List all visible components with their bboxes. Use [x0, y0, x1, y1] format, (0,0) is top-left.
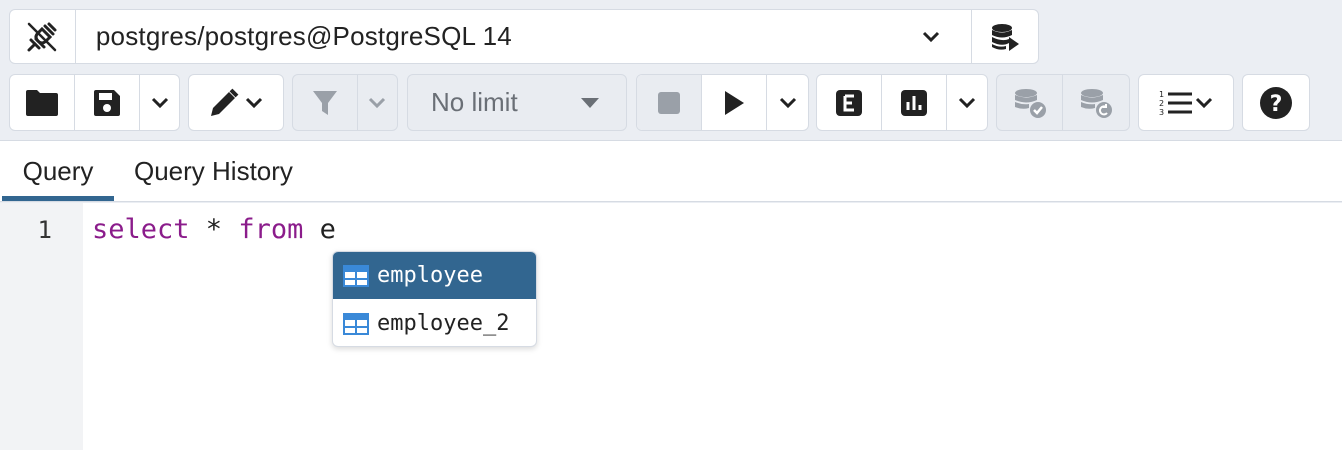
help-button[interactable]: ? — [1243, 75, 1309, 130]
save-file-button[interactable] — [75, 75, 141, 130]
explain-icon — [835, 89, 863, 117]
open-folder-icon — [25, 89, 59, 117]
execute-button[interactable] — [702, 75, 768, 130]
connection-select[interactable]: postgres/postgres@PostgreSQL 14 — [76, 10, 973, 63]
edit-pencil-icon — [209, 88, 243, 118]
macros-button[interactable]: 1 2 3 — [1139, 75, 1233, 130]
connection-bar: postgres/postgres@PostgreSQL 14 — [9, 9, 1039, 64]
svg-text:3: 3 — [1159, 108, 1164, 117]
stop-button[interactable] — [637, 75, 703, 130]
row-limit-value: No limit — [431, 87, 518, 117]
execute-database-icon — [989, 21, 1021, 53]
explain-group — [816, 74, 988, 131]
editor-tabs: Query Query History — [0, 140, 1342, 202]
connection-label: postgres/postgres@PostgreSQL 14 — [95, 21, 512, 51]
rollback-button[interactable] — [1063, 75, 1129, 130]
row-limit-select[interactable]: No limit — [407, 74, 627, 131]
help-group: ? — [1242, 74, 1310, 131]
row-limit-field: No limit — [408, 75, 626, 130]
table-icon — [343, 312, 369, 335]
stop-icon — [657, 91, 681, 115]
tab-query-history[interactable]: Query History — [134, 141, 293, 201]
transaction-group — [996, 74, 1130, 131]
filter-button[interactable] — [293, 75, 358, 130]
chevron-down-icon — [151, 97, 169, 109]
svg-text:1: 1 — [1159, 90, 1164, 99]
commit-button[interactable] — [997, 75, 1063, 130]
autocomplete-item-label: employee_2 — [377, 311, 510, 336]
chevron-down-icon — [245, 97, 263, 109]
tab-query-history-label: Query History — [134, 155, 293, 186]
svg-text:2: 2 — [1159, 99, 1164, 108]
star-operator: * — [189, 214, 239, 245]
play-icon — [723, 90, 745, 116]
svg-text:?: ? — [1270, 92, 1283, 117]
explain-analyze-button[interactable] — [882, 75, 948, 130]
help-icon: ? — [1259, 86, 1293, 120]
chevron-down-icon — [958, 97, 976, 109]
autocomplete-item-label: employee — [377, 263, 483, 288]
active-tab-indicator — [2, 196, 114, 201]
rollback-icon — [1078, 87, 1114, 119]
autocomplete-popup: employee employee_2 — [332, 251, 537, 347]
open-file-button[interactable] — [10, 75, 76, 130]
caret-down-icon — [580, 97, 600, 109]
identifier-partial: e — [303, 214, 336, 245]
save-icon — [92, 88, 122, 118]
explain-analyze-icon — [900, 89, 928, 117]
edit-options-button[interactable] — [189, 75, 283, 130]
keyword-from: from — [238, 214, 304, 245]
chevron-down-icon — [368, 97, 386, 109]
code-line[interactable]: select * from e — [92, 214, 336, 245]
tab-query-label: Query — [22, 155, 94, 186]
filter-group — [292, 74, 398, 131]
tab-query[interactable]: Query — [2, 141, 114, 201]
execute-group — [636, 74, 809, 131]
execute-options-dropdown[interactable] — [767, 75, 808, 130]
filter-icon — [311, 89, 339, 117]
keyword-select: select — [92, 214, 190, 245]
disconnect-button[interactable] — [10, 10, 76, 63]
line-number: 1 — [37, 216, 52, 244]
execute-script-button[interactable] — [972, 10, 1038, 63]
macros-list-icon: 1 2 3 — [1159, 89, 1193, 117]
edit-group — [188, 74, 284, 131]
autocomplete-item-employee[interactable]: employee — [333, 252, 536, 299]
file-group — [9, 74, 180, 131]
autocomplete-item-employee-2[interactable]: employee_2 — [333, 300, 536, 346]
table-icon — [343, 264, 369, 287]
save-options-dropdown[interactable] — [140, 75, 179, 130]
chevron-down-icon — [921, 30, 941, 44]
filter-options-dropdown[interactable] — [358, 75, 397, 130]
chevron-down-icon — [1195, 97, 1213, 109]
macros-group: 1 2 3 — [1138, 74, 1234, 131]
commit-icon — [1012, 87, 1048, 119]
explain-button[interactable] — [817, 75, 883, 130]
explain-options-dropdown[interactable] — [947, 75, 987, 130]
chevron-down-icon — [779, 97, 797, 109]
disconnect-plug-icon — [25, 20, 59, 54]
